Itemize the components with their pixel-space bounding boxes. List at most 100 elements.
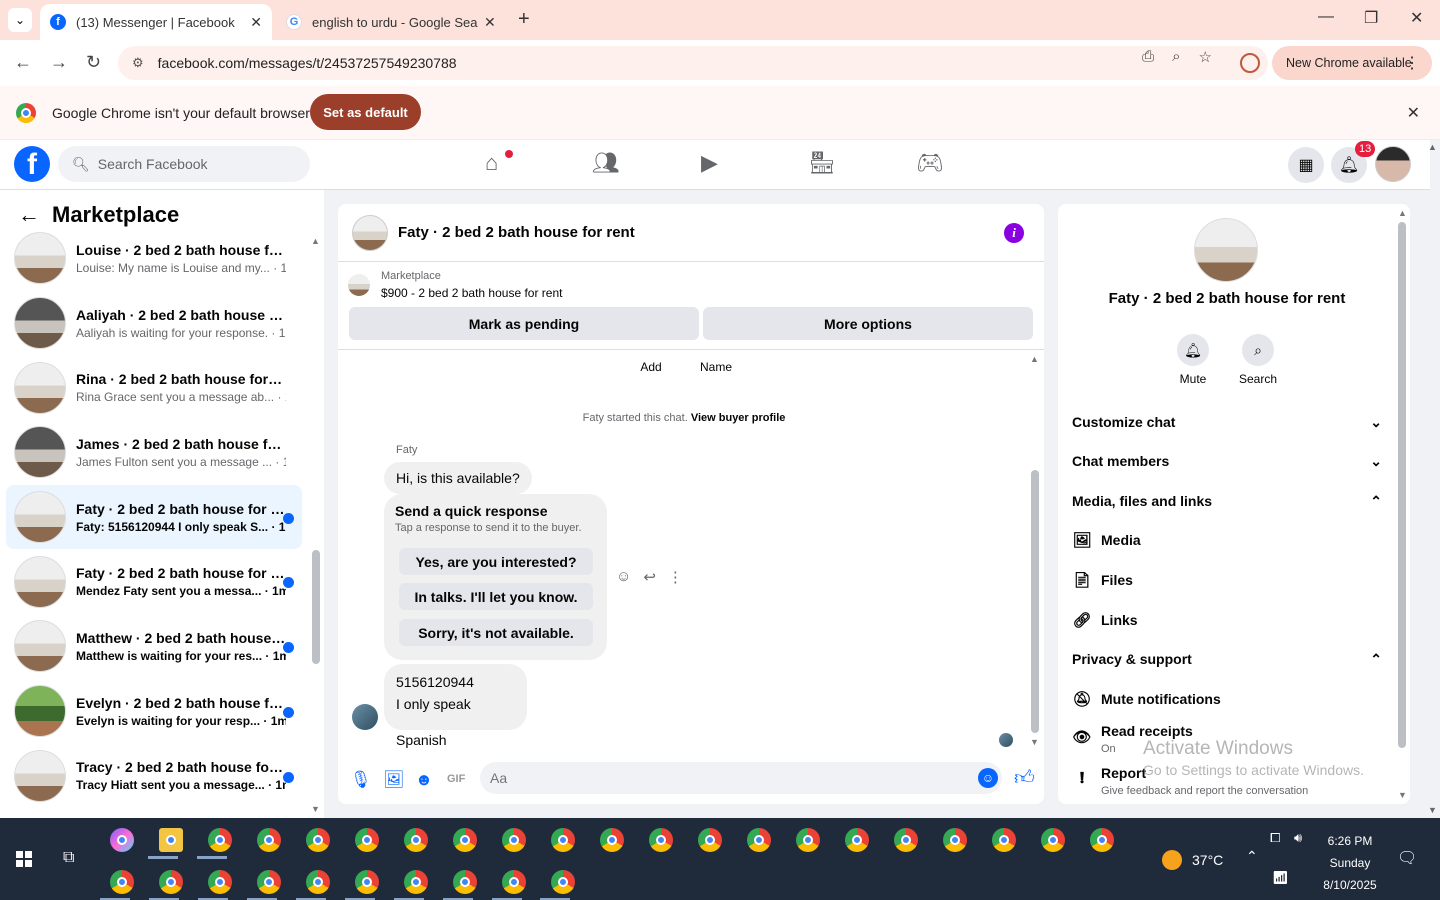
links-item[interactable]: 🔗︎ Links	[1072, 611, 1137, 629]
scroll-up-arrow-icon[interactable]: ▲	[1398, 208, 1407, 218]
message-bubble[interactable]: 5156120944 I only speak Spanish	[384, 664, 527, 748]
customize-chat-section[interactable]: Customize chat ⌄	[1072, 414, 1382, 431]
chrome-app-icon[interactable]	[551, 828, 575, 852]
thumbs-up-icon[interactable]: 👍︎	[1014, 766, 1035, 790]
listing-summary[interactable]: Marketplace $900 - 2 bed 2 bath house fo…	[348, 270, 562, 300]
mute-notifications-item[interactable]: 🔕︎ Mute notifications	[1072, 690, 1220, 708]
back-icon[interactable]: ←	[14, 52, 32, 73]
chrome-app-icon[interactable]	[698, 828, 722, 852]
chrome-app-icon[interactable]	[453, 828, 477, 852]
search-button[interactable]: ⌕ Search	[1228, 334, 1288, 386]
scroll-up-arrow-icon[interactable]: ▲	[1030, 354, 1039, 364]
conversation-item[interactable]: Louise · 2 bed 2 bath house for rent Loui…	[6, 226, 302, 291]
chrome-app-icon[interactable]	[502, 828, 526, 852]
zoom-icon[interactable]: ⌕	[1172, 48, 1180, 66]
chrome-app-icon[interactable]	[894, 828, 918, 852]
system-clock[interactable]: 6:26 PM Sunday 8/10/2025	[1314, 830, 1386, 896]
gif-icon[interactable]: GIF	[447, 773, 465, 785]
volume-icon[interactable]: 🔊︎	[1294, 830, 1302, 846]
chat-title[interactable]: Faty · 2 bed 2 bath house for rent	[398, 224, 635, 241]
chrome-app-icon[interactable]	[747, 828, 771, 852]
conversation-item[interactable]: Tracy · 2 bed 2 bath house for rent Tracy…	[6, 744, 302, 809]
privacy-support-section[interactable]: Privacy & support ⌃	[1072, 651, 1382, 668]
scroll-down-arrow-icon[interactable]: ▼	[311, 804, 320, 814]
friends-icon[interactable]: 👥︎	[592, 150, 620, 176]
chrome-app-icon[interactable]	[110, 870, 134, 894]
quick-response-yes-button[interactable]: Yes, are you interested?	[399, 548, 593, 575]
file-explorer-icon[interactable]	[159, 828, 183, 852]
quick-response-in-talks-button[interactable]: In talks. I'll let you know.	[399, 583, 593, 610]
listing-thumbnail[interactable]	[352, 214, 388, 251]
panel-scrollbar[interactable]	[1398, 222, 1406, 748]
conversation-item[interactable]: James · 2 bed 2 bath house for rent James…	[6, 420, 302, 485]
media-files-links-section[interactable]: Media, files and links ⌃	[1072, 493, 1382, 510]
message-input[interactable]	[480, 762, 1002, 794]
chrome-app-icon[interactable]	[796, 828, 820, 852]
chrome-app-icon[interactable]	[404, 828, 428, 852]
task-view-icon[interactable]: ⧉	[63, 849, 74, 867]
account-avatar[interactable]	[1375, 146, 1411, 182]
conversation-item[interactable]: Evelyn · 2 bed 2 bath house for rent Evel…	[6, 679, 302, 744]
scroll-down-arrow-icon[interactable]: ▼	[1398, 790, 1407, 800]
gaming-icon[interactable]: 🎮︎	[916, 150, 944, 176]
weather-widget[interactable]: 37°C	[1162, 850, 1223, 870]
site-info-icon[interactable]: ⚙	[132, 55, 144, 71]
more-icon[interactable]: ⋮	[668, 568, 683, 586]
windows-start-icon[interactable]	[16, 851, 32, 867]
sidebar-scrollbar[interactable]	[312, 550, 320, 664]
bookmark-star-icon[interactable]: ☆	[1199, 48, 1212, 66]
meet-now-icon[interactable]: ⧠	[1270, 830, 1280, 846]
chrome-app-icon[interactable]	[355, 870, 379, 894]
chrome-app-icon[interactable]	[404, 870, 428, 894]
chrome-app-icon[interactable]	[453, 870, 477, 894]
chrome-app-icon[interactable]	[845, 828, 869, 852]
back-arrow-icon[interactable]: ←	[18, 202, 40, 228]
chrome-app-icon[interactable]	[943, 828, 967, 852]
profile-icon[interactable]	[1240, 53, 1260, 73]
video-icon[interactable]: ▶	[701, 150, 718, 176]
tab-messenger[interactable]: f (13) Messenger | Facebook ✕	[40, 4, 272, 40]
chrome-app-icon[interactable]	[1090, 828, 1114, 852]
set-as-default-button[interactable]: Set as default	[310, 94, 421, 130]
sender-avatar[interactable]	[352, 704, 378, 730]
search-facebook-input[interactable]: 🔍︎ Search Facebook	[58, 146, 310, 182]
chrome-app-icon[interactable]	[208, 828, 232, 852]
view-buyer-profile-link[interactable]: View buyer profile	[691, 412, 786, 424]
emoji-icon[interactable]: ☺	[978, 768, 998, 788]
maximize-icon[interactable]: ❐	[1364, 8, 1378, 28]
mute-button[interactable]: 🔔︎ Mute	[1163, 334, 1223, 386]
conversation-item-selected[interactable]: Faty · 2 bed 2 bath house for rent Faty: …	[6, 484, 302, 550]
home-icon[interactable]: ⌂	[485, 150, 498, 176]
chrome-app-icon[interactable]	[257, 870, 281, 894]
react-emoji-icon[interactable]: ☺	[616, 568, 631, 586]
listing-thumbnail[interactable]	[1194, 218, 1258, 282]
close-window-icon[interactable]: ✕	[1410, 8, 1423, 28]
page-scroll-down-icon[interactable]: ▼	[1428, 805, 1437, 815]
close-infobar-icon[interactable]: ✕	[1407, 103, 1420, 123]
chrome-app-icon[interactable]	[551, 870, 575, 894]
close-tab-icon[interactable]: ✕	[250, 14, 262, 31]
mark-as-pending-button[interactable]: Mark as pending	[349, 307, 699, 340]
kebab-menu-icon[interactable]: ⋮	[1404, 53, 1420, 73]
forward-icon[interactable]: →	[50, 52, 68, 73]
scroll-down-arrow-icon[interactable]: ▼	[1030, 737, 1039, 747]
menu-grid-icon[interactable]: ▦	[1288, 147, 1324, 183]
chat-scrollbar[interactable]	[1031, 470, 1039, 733]
message-bubble[interactable]: Hi, is this available?	[384, 462, 532, 494]
chrome-app-icon[interactable]	[649, 828, 673, 852]
tab-google-search[interactable]: G english to urdu - Google Search ✕	[276, 4, 508, 40]
name-action[interactable]: Name	[686, 360, 746, 374]
chrome-app-icon[interactable]	[257, 828, 281, 852]
chrome-app-icon[interactable]	[992, 828, 1016, 852]
chrome-app-icon[interactable]	[306, 870, 330, 894]
conversation-item[interactable]: Rina · 2 bed 2 bath house for rent Rina G…	[6, 355, 302, 420]
conversation-item[interactable]: Matthew · 2 bed 2 bath house for rent Mat…	[6, 614, 302, 679]
chrome-app-icon[interactable]	[159, 870, 183, 894]
url-input[interactable]: ⚙ facebook.com/messages/t/24537257549230…	[118, 46, 1268, 80]
add-action[interactable]: Add	[621, 360, 681, 374]
chrome-app-icon[interactable]	[600, 828, 624, 852]
files-item[interactable]: 📄︎ Files	[1072, 571, 1132, 589]
info-icon[interactable]: i	[1004, 223, 1024, 243]
scroll-up-arrow-icon[interactable]: ▲	[311, 236, 320, 246]
notification-center-icon[interactable]: 🗨︎	[1397, 848, 1417, 868]
